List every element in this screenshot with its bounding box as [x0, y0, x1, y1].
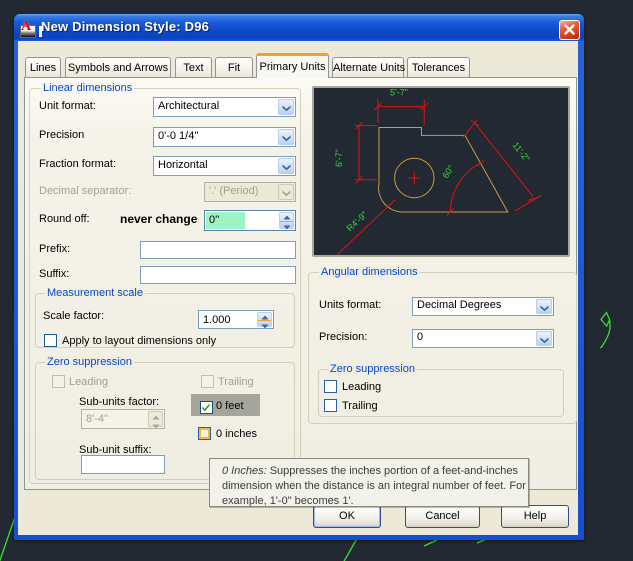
svg-text:6'-7": 6'-7" — [334, 149, 344, 167]
svg-text:11'-2": 11'-2" — [510, 140, 532, 164]
svg-text:R4'-9": R4'-9" — [345, 209, 370, 233]
svg-text:60°: 60° — [440, 163, 456, 180]
svg-text:5'-7": 5'-7" — [390, 88, 408, 98]
